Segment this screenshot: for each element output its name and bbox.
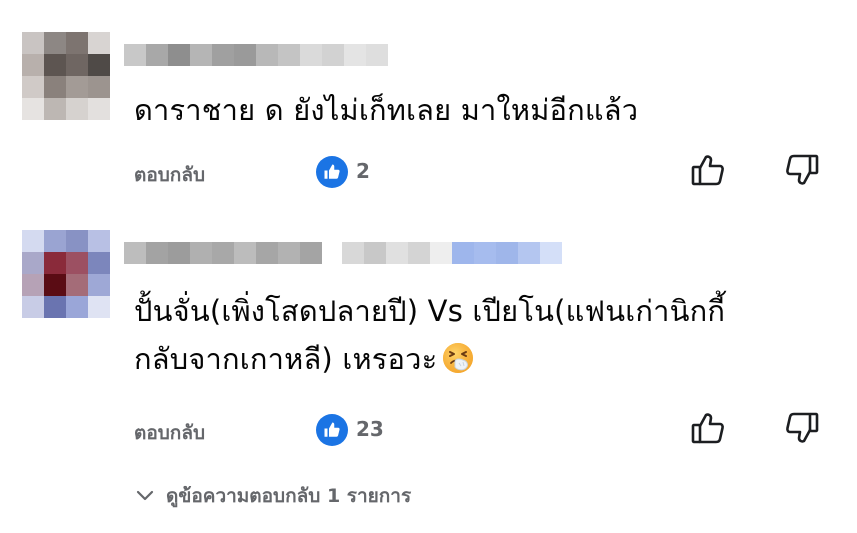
sneezing-face-icon [441, 341, 475, 375]
chevron-down-icon [136, 490, 154, 501]
reply-button[interactable]: ตอบกลับ [134, 160, 205, 190]
reply-button[interactable]: ตอบกลับ [134, 418, 205, 448]
comment-text: ปั้นจั่น(เพิ่งโสดปลายปี) Vs เปียโน(แฟนเก… [134, 288, 725, 382]
like-reaction-icon [316, 414, 348, 446]
like-count: 2 [356, 159, 370, 183]
comment-actions: ตอบกลับ 2 [0, 152, 857, 192]
author-name-redacted[interactable] [124, 242, 562, 264]
thumbs-up-icon[interactable] [690, 410, 726, 446]
view-replies-label: ดูข้อความตอบกลับ 1 รายการ [166, 485, 412, 507]
comment-text-line: กลับจากเกาหลี) เหรอวะ [134, 342, 438, 376]
comment-text-line-2: กลับจากเกาหลี) เหรอวะ [134, 336, 725, 382]
thumbs-down-icon[interactable] [784, 410, 820, 446]
like-count: 23 [356, 417, 384, 441]
thumbs-down-icon[interactable] [784, 152, 820, 188]
avatar[interactable] [22, 32, 110, 120]
comment-actions: ตอบกลับ 23 [0, 410, 857, 450]
comment-text: ดาราชาย ด ยังไม่เก็ทเลย มาใหม่อีกแล้ว [134, 87, 638, 133]
view-replies-button[interactable]: ดูข้อความตอบกลับ 1 รายการ [136, 481, 411, 511]
comment-text-line: ดาราชาย ด ยังไม่เก็ทเลย มาใหม่อีกแล้ว [134, 93, 639, 127]
thumbs-up-icon[interactable] [690, 152, 726, 188]
avatar[interactable] [22, 230, 110, 318]
like-reaction-icon [316, 156, 348, 188]
comment-text-line: ปั้นจั่น(เพิ่งโสดปลายปี) Vs เปียโน(แฟนเก… [134, 294, 726, 328]
author-name-redacted[interactable] [124, 44, 388, 66]
